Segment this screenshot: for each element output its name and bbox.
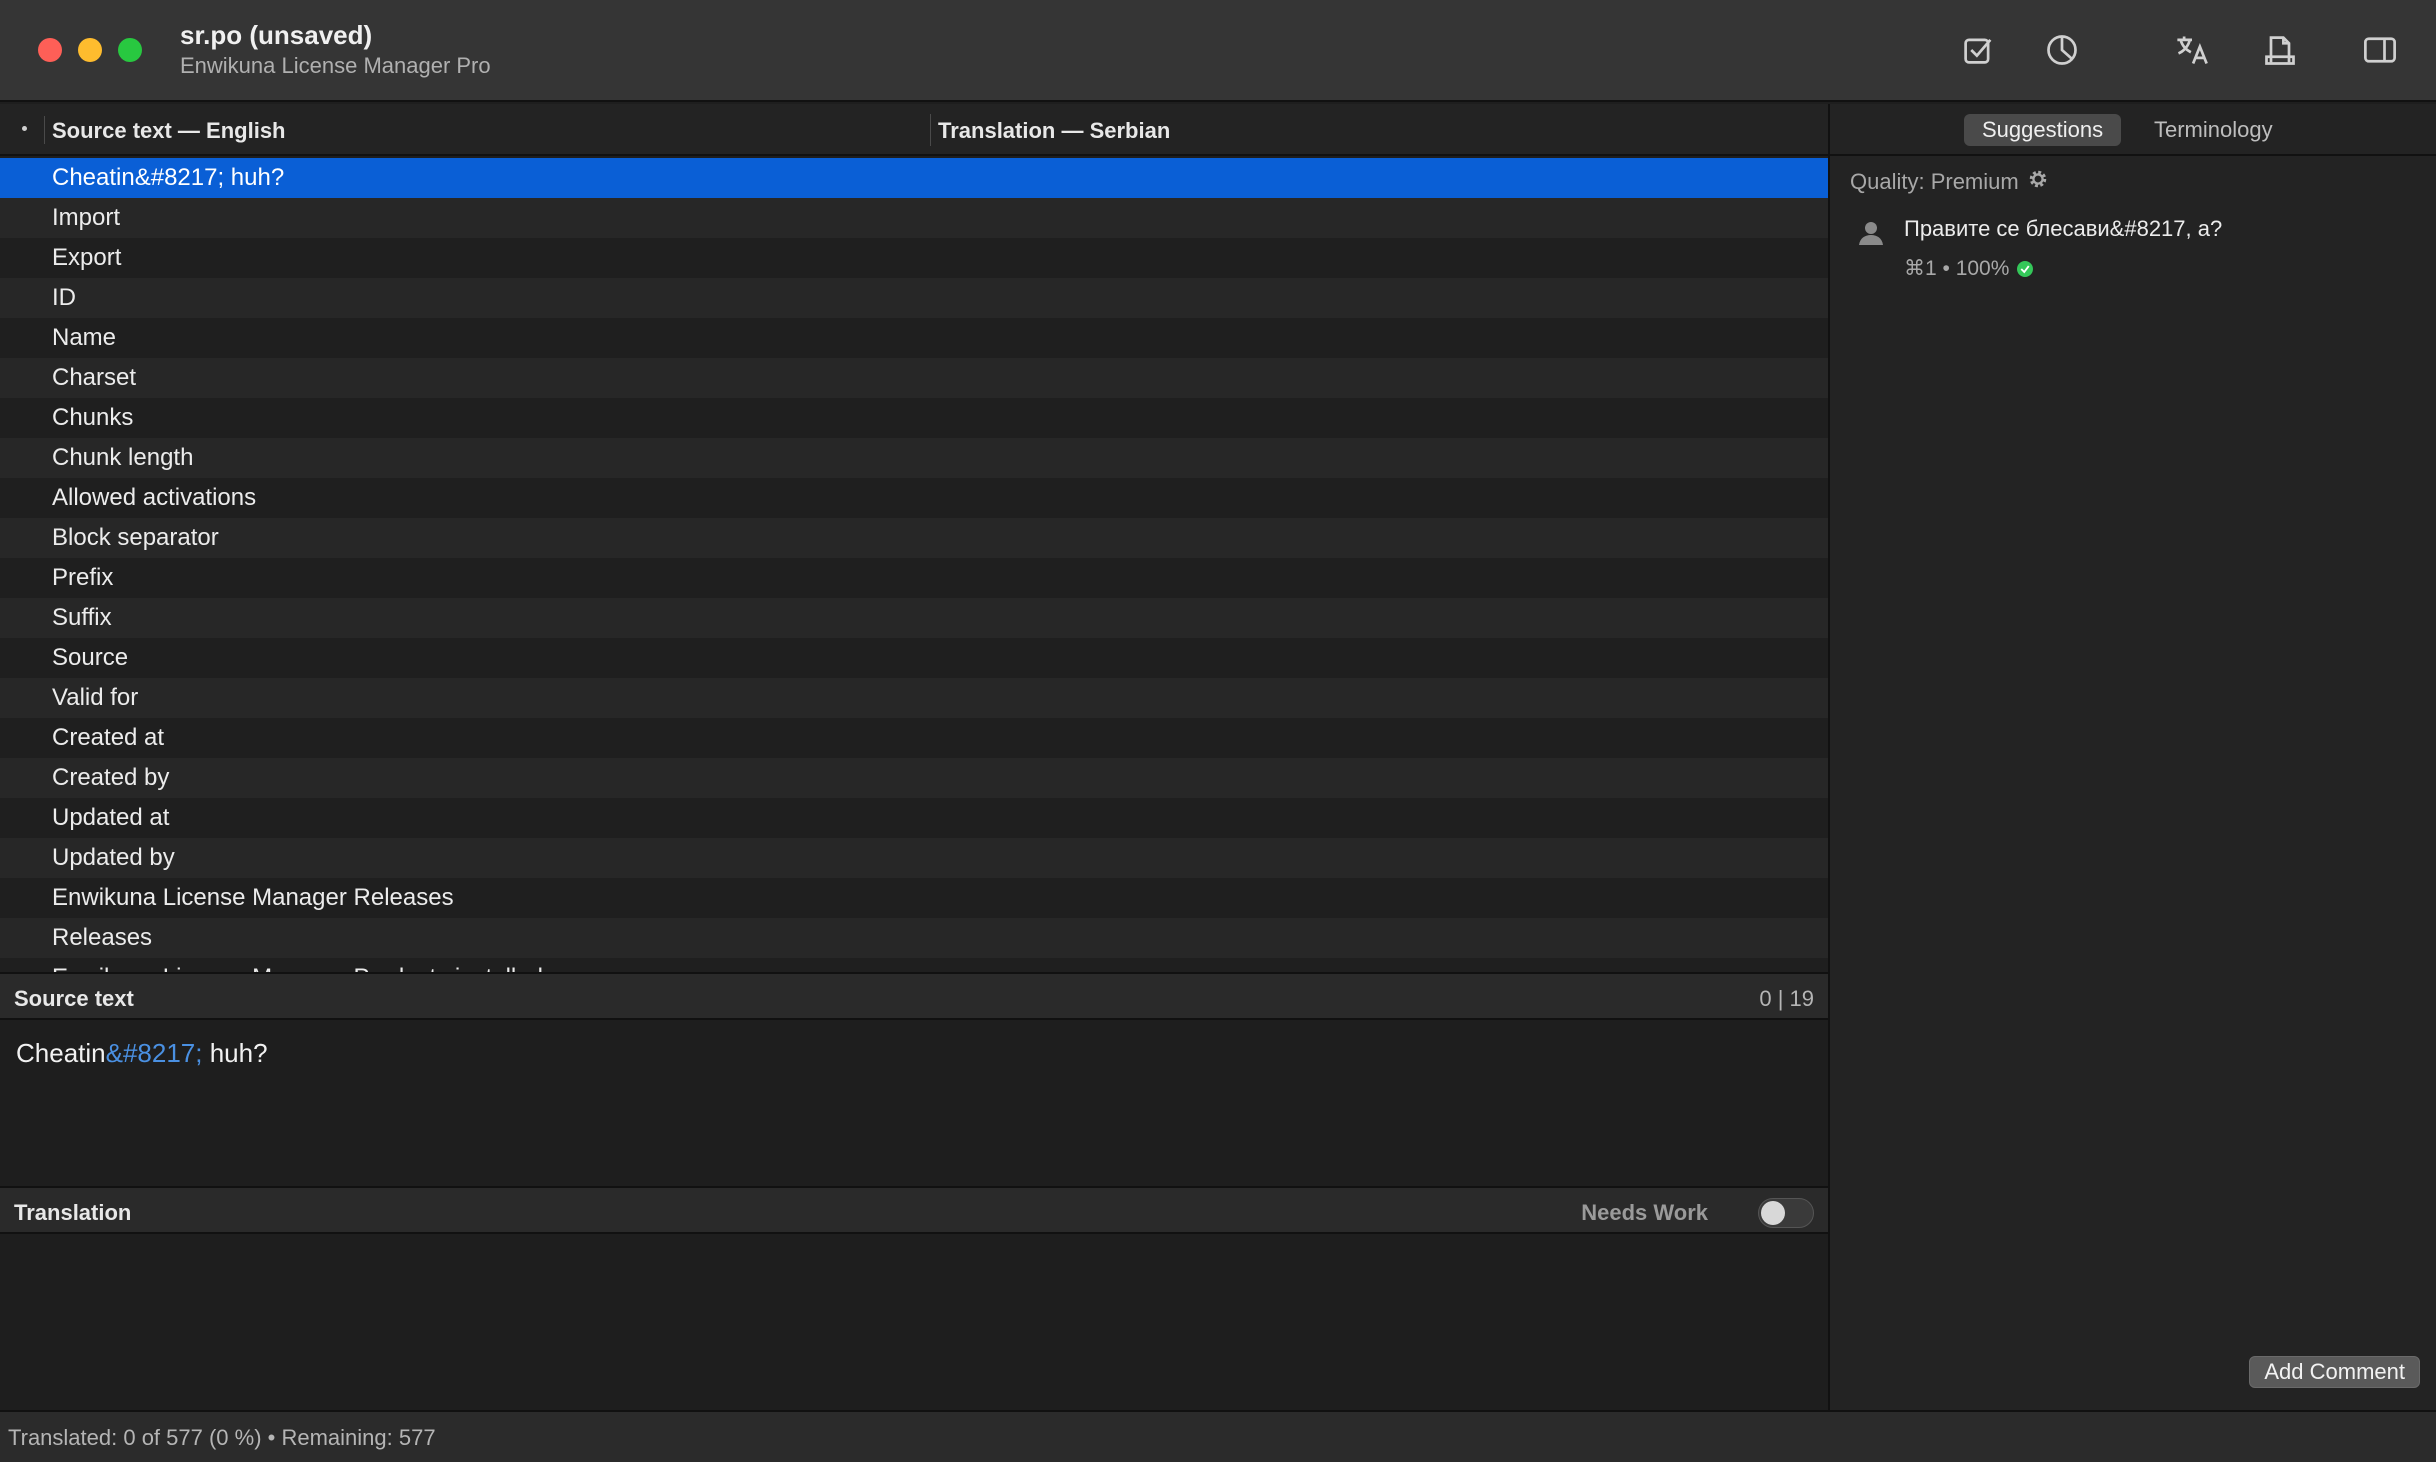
list-item[interactable]: Import [0, 198, 1828, 238]
html-entity-highlight: &#8217; [105, 1038, 203, 1068]
quality-selector[interactable]: Quality: Premium [1850, 168, 2049, 196]
list-item[interactable]: Source [0, 638, 1828, 678]
tab-suggestions[interactable]: Suggestions [1964, 114, 2122, 146]
column-header: Source text — English Translation — Serb… [0, 104, 1828, 156]
gear-icon[interactable] [2027, 168, 2049, 196]
pie-chart-icon[interactable] [2040, 28, 2084, 72]
status-column-indicator[interactable] [22, 126, 27, 131]
list-item[interactable]: Block separator [0, 518, 1828, 558]
status-bar: Translated: 0 of 577 (0 %) • Remaining: … [0, 1410, 2436, 1462]
source-text-header: Source text 0 | 19 [0, 972, 1828, 1020]
sidebar-toggle-icon[interactable] [2358, 28, 2402, 72]
close-window-button[interactable] [38, 38, 62, 62]
translation-label: Translation [14, 1200, 132, 1225]
checkbox-icon[interactable] [1956, 28, 2000, 72]
translate-icon[interactable] [2170, 28, 2214, 72]
source-text-content: Cheatin&#8217; huh? [16, 1038, 268, 1068]
list-item[interactable]: Releases [0, 918, 1828, 958]
minimize-window-button[interactable] [78, 38, 102, 62]
window-title: sr.po (unsaved) [180, 20, 373, 50]
sidebar: Suggestions Terminology Quality: Premium… [1830, 104, 2436, 1410]
document-export-icon[interactable] [2258, 28, 2302, 72]
add-comment-button[interactable]: Add Comment [2249, 1356, 2420, 1388]
quality-label: Quality: Premium [1850, 169, 2019, 194]
list-item[interactable]: Updated by [0, 838, 1828, 878]
list-item[interactable]: Created by [0, 758, 1828, 798]
source-text-label: Source text [14, 986, 134, 1011]
list-item[interactable]: Created at [0, 718, 1828, 758]
zoom-window-button[interactable] [118, 38, 142, 62]
translation-progress-text: Translated: 0 of 577 (0 %) • Remaining: … [8, 1425, 436, 1450]
tab-terminology[interactable]: Terminology [2136, 114, 2291, 146]
source-char-count: 0 | 19 [1759, 986, 1814, 1011]
list-item[interactable]: Allowed activations [0, 478, 1828, 518]
list-item[interactable]: Export [0, 238, 1828, 278]
suggestion-meta: ⌘1 • 100% [1904, 256, 2034, 281]
person-icon [1856, 218, 1886, 248]
suggestion-item[interactable]: Правите се блесави&#8217, а? [1904, 216, 2222, 242]
list-item[interactable]: Updated at [0, 798, 1828, 838]
list-item[interactable]: Chunks [0, 398, 1828, 438]
needs-work-label: Needs Work [1581, 1200, 1708, 1225]
list-item[interactable]: Suffix [0, 598, 1828, 638]
translation-header: Translation Needs Work [0, 1186, 1828, 1234]
list-item[interactable]: ID [0, 278, 1828, 318]
string-list[interactable]: Cheatin&#8217; huh? Import Export ID Name Cha… [0, 158, 1828, 972]
list-item[interactable]: Enwikuna License Manager Releases [0, 878, 1828, 918]
app-window: sr.po (unsaved) Enwikuna License Manager… [0, 0, 2436, 1462]
list-item[interactable]: Charset [0, 358, 1828, 398]
editor-pane: Source text — English Translation — Serb… [0, 104, 1828, 1410]
list-item[interactable]: Name [0, 318, 1828, 358]
list-item[interactable]: Valid for [0, 678, 1828, 718]
needs-work-toggle[interactable] [1758, 1198, 1814, 1228]
list-item[interactable]: Prefix [0, 558, 1828, 598]
checkmark-icon [2017, 260, 2034, 277]
list-item[interactable]: Enwikuna License Manager Products instal… [0, 958, 1828, 972]
list-item[interactable]: Cheatin&#8217; huh? [0, 158, 1828, 198]
window-subtitle: Enwikuna License Manager Pro [180, 53, 491, 78]
source-column-header[interactable]: Source text — English [52, 118, 286, 144]
translation-input[interactable] [0, 1234, 1828, 1410]
title-bar: sr.po (unsaved) Enwikuna License Manager… [0, 0, 2436, 102]
column-resize-handle[interactable] [930, 114, 931, 146]
translation-column-header[interactable]: Translation — Serbian [938, 118, 1170, 144]
list-item[interactable]: Chunk length [0, 438, 1828, 478]
source-text-view: Cheatin&#8217; huh? [0, 1020, 1828, 1184]
sidebar-tabs: Suggestions Terminology [1830, 104, 2436, 156]
